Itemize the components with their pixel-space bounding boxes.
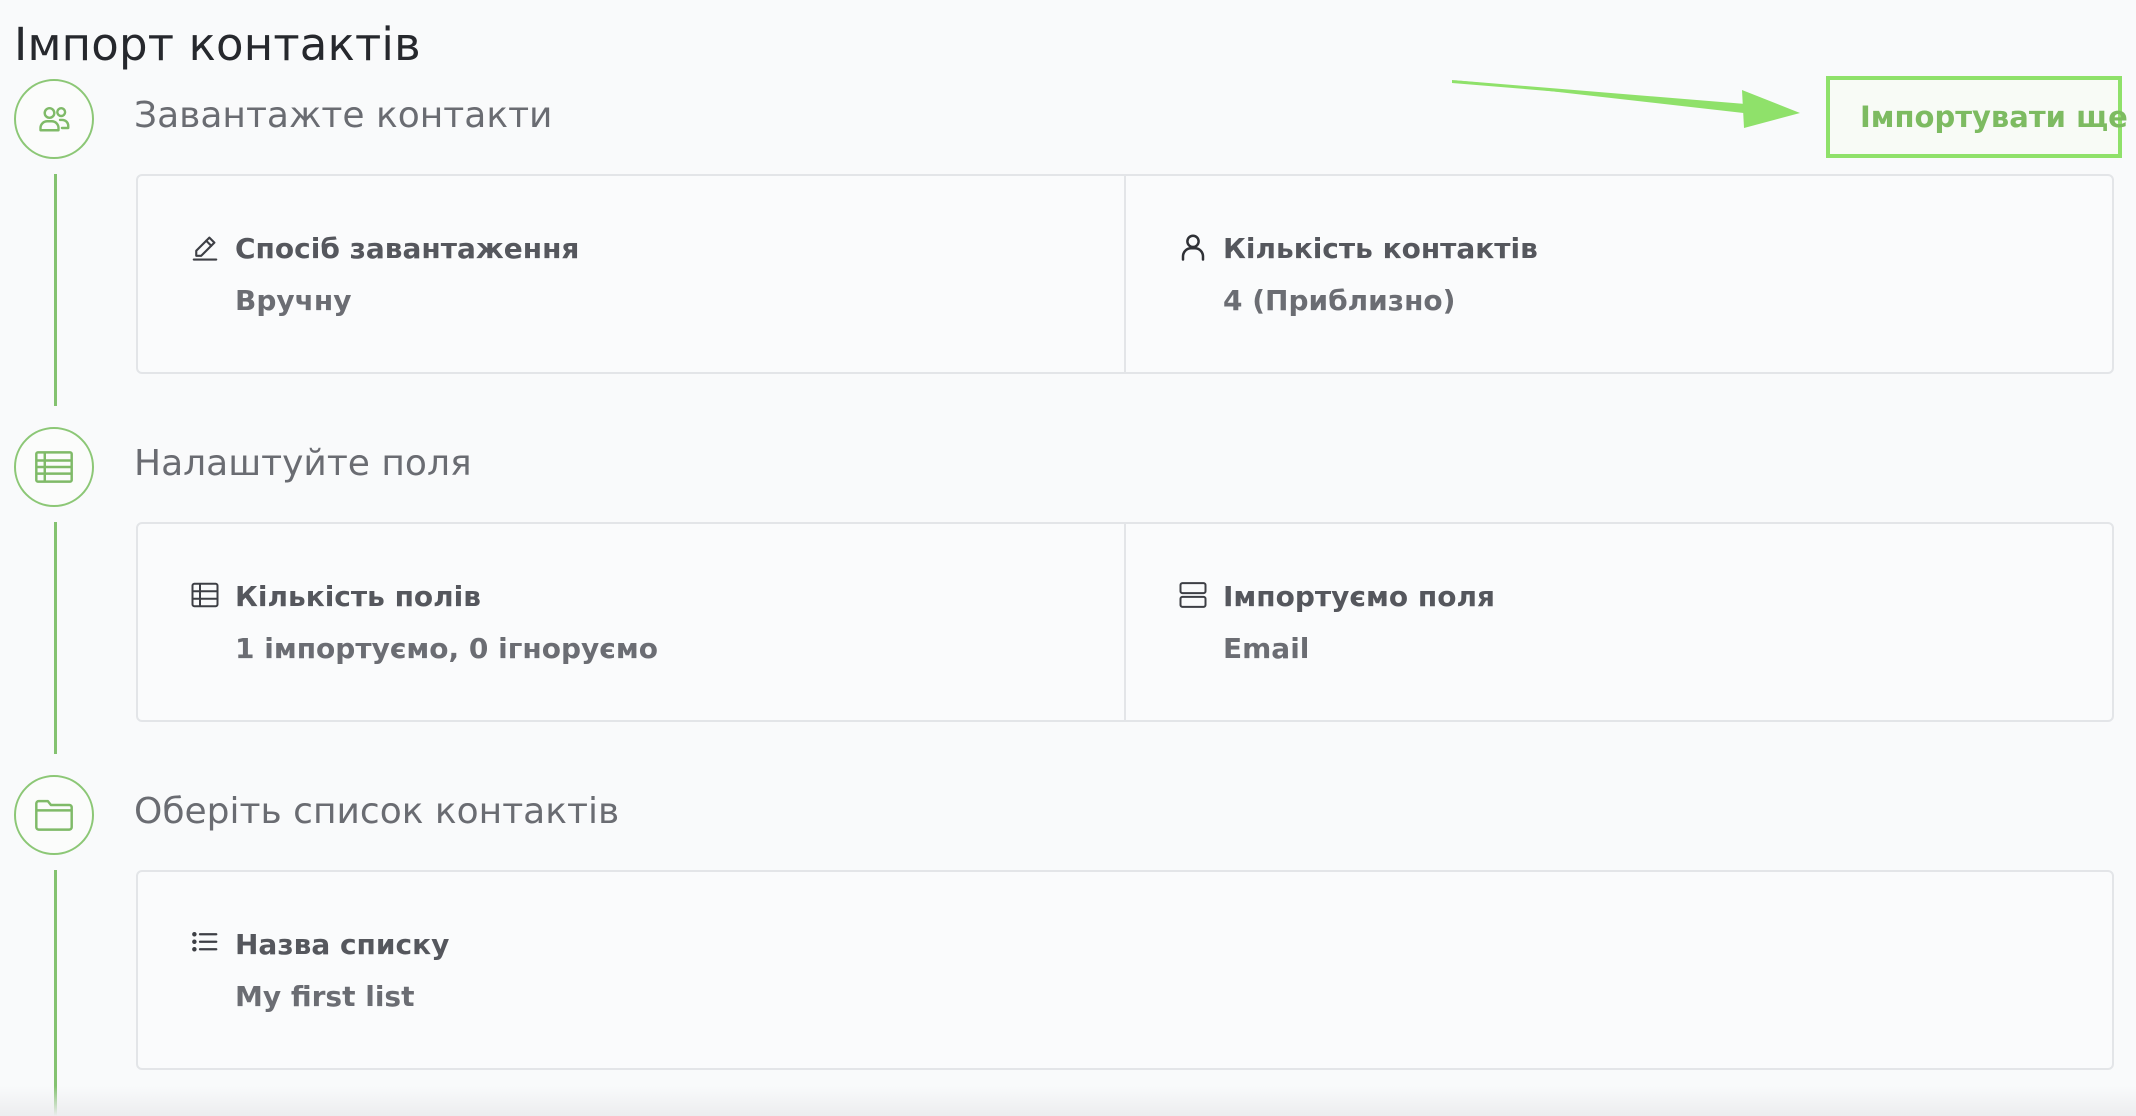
folder-icon: [35, 799, 73, 831]
import-more-label: Імпортувати ще: [1860, 100, 2128, 134]
bottom-shade: [0, 1086, 2136, 1116]
step-1-circle: [14, 79, 94, 159]
users-icon: [39, 107, 70, 132]
step-3-circle: [14, 775, 94, 855]
list-icon: [192, 931, 218, 952]
field-value: 4 (Приблизно): [1223, 284, 1456, 317]
field-value: 1 імпортуємо, 0 ігноруємо: [235, 632, 658, 665]
field-imported-fields: Імпортуємо поля Email: [1124, 524, 2112, 720]
timeline-line: [54, 870, 57, 1116]
step-3-card: Назва списку My first list: [136, 870, 2114, 1070]
step-2-card: Кількість полів 1 імпортуємо, 0 ігноруєм…: [136, 522, 2114, 722]
table-icon: [35, 451, 73, 483]
rows-icon: [1179, 582, 1207, 608]
field-value: My first list: [235, 980, 415, 1013]
field-upload-method: Спосіб завантаження Вручну: [138, 176, 1124, 372]
field-label: Імпортуємо поля: [1223, 580, 1495, 613]
step-2-title: Налаштуйте поля: [134, 443, 472, 484]
field-label: Назва списку: [235, 928, 450, 961]
field-value: Вручну: [235, 284, 352, 317]
field-fields-count: Кількість полів 1 імпортуємо, 0 ігноруєм…: [138, 524, 1124, 720]
import-more-button[interactable]: Імпортувати ще: [1826, 76, 2128, 158]
field-label: Кількість полів: [235, 580, 481, 613]
step-3-title: Оберіть список контактів: [134, 791, 620, 832]
step-1-title: Завантажте контакти: [134, 95, 553, 136]
timeline-line: [54, 174, 57, 406]
step-1-card: Спосіб завантаження Вручну Кількість кон…: [136, 174, 2114, 374]
annotation-arrow: [1448, 72, 1808, 146]
page-title: Імпорт контактів: [14, 18, 421, 71]
table-small-icon: [191, 582, 219, 608]
user-icon: [1181, 234, 1205, 261]
field-label: Кількість контактів: [1223, 232, 1538, 265]
field-list-name: Назва списку My first list: [138, 872, 2112, 1068]
timeline-line: [54, 522, 57, 754]
pencil-icon: [192, 236, 218, 261]
field-value: Email: [1223, 632, 1310, 665]
field-label: Спосіб завантаження: [235, 232, 580, 265]
step-2-circle: [14, 427, 94, 507]
field-contacts-count: Кількість контактів 4 (Приблизно): [1124, 176, 2112, 372]
